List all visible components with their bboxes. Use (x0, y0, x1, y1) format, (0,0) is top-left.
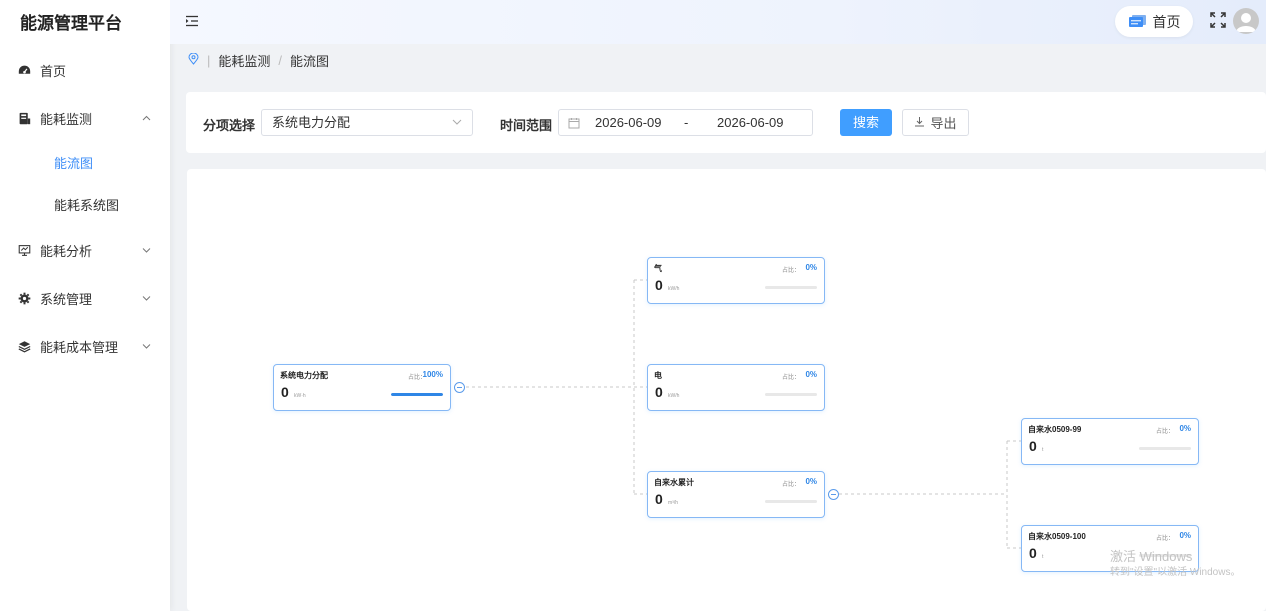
node-pct: 0% (805, 263, 817, 272)
collapse-node-toggle[interactable] (454, 382, 465, 393)
sidebar-subitem-energy-system[interactable]: 能耗系统图 (0, 183, 170, 225)
node-pct: 0% (805, 370, 817, 379)
chevron-down-icon (138, 293, 154, 304)
sidebar-item-energy-monitoring[interactable]: 能耗监测 (0, 95, 170, 141)
node-progress-bar (765, 500, 817, 503)
chevron-down-icon (138, 245, 154, 256)
chevron-down-icon (452, 110, 462, 135)
home-tab-label: 首页 (1152, 13, 1181, 30)
node-progress-bar (765, 393, 817, 396)
sidebar-item-label: 能耗分析 (40, 243, 93, 259)
date-range-picker[interactable]: 2026-06-09 - 2026-06-09 (558, 109, 813, 136)
node-pct-label: 占比： (1155, 429, 1174, 435)
date-range-separator: - (684, 115, 689, 130)
top-header: 首页 (170, 0, 1266, 44)
node-pct-label: 占比： (781, 268, 800, 274)
sidebar-item-energy-analysis[interactable]: 能耗分析 (0, 227, 170, 273)
monitor-icon (17, 111, 31, 125)
sidebar-item-label: 系统管理 (40, 291, 93, 307)
sidebar-item-energy-cost[interactable]: 能耗成本管理 (0, 323, 170, 369)
node-value: 0 (655, 491, 663, 507)
sidebar-subitem-energy-flow[interactable]: 能流图 (0, 141, 170, 183)
node-pct: 0% (1179, 424, 1191, 433)
breadcrumb-item: 能流图 (290, 53, 330, 69)
menu-fold-icon[interactable] (185, 14, 199, 28)
node-pct-label: 占比： (781, 375, 800, 381)
flow-node-water-99[interactable]: 自来水0509-99 占比： 0% 0 t (1021, 418, 1199, 465)
calendar-icon (568, 117, 580, 129)
end-date-input[interactable]: 2026-06-09 (717, 115, 784, 130)
category-label: 分项选择 (203, 118, 256, 133)
node-value: 0 (655, 277, 663, 293)
node-value: 0 (1029, 438, 1037, 454)
time-range-label: 时间范围 (500, 118, 553, 133)
node-title: 自来水0509-100 (1028, 532, 1086, 541)
sidebar-item-system-management[interactable]: 系统管理 (0, 275, 170, 321)
breadcrumb-separator: / (278, 52, 283, 68)
flow-node-electricity[interactable]: 电 占比： 0% 0 kW/h (647, 364, 825, 411)
export-label: 导出 (930, 116, 957, 131)
filter-bar: 分项选择 系统电力分配 时间范围 2026-06-09 - 2026-06-09… (186, 92, 1266, 153)
home-icon (1128, 14, 1147, 30)
app-title: 能源管理平台 (20, 14, 122, 33)
windows-activation-watermark: 激活 Windows 转到"设置"以激活 Windows。 (1110, 549, 1240, 581)
node-value: 0 (281, 384, 289, 400)
node-title: 系统电力分配 (280, 371, 328, 380)
flow-node-root[interactable]: 系统电力分配 占比： 100% 0 kW·h (273, 364, 451, 411)
user-avatar[interactable] (1233, 8, 1259, 34)
analysis-icon (17, 243, 31, 257)
node-title: 自来水累计 (654, 478, 694, 487)
gear-icon (17, 291, 31, 305)
node-value: 0 (655, 384, 663, 400)
sidebar-item-home[interactable]: 首页 (0, 47, 170, 93)
breadcrumb-item[interactable]: 能耗监测 (218, 51, 270, 70)
fullscreen-icon[interactable] (1209, 11, 1227, 29)
node-unit: m³/h (668, 500, 678, 506)
chevron-down-icon (138, 341, 154, 352)
node-progress-bar (391, 393, 443, 396)
node-unit: t (1042, 554, 1044, 560)
search-button[interactable]: 搜索 (840, 109, 892, 136)
node-pct: 0% (1179, 531, 1191, 540)
sidebar-item-label: 能耗监测 (40, 111, 93, 127)
flow-node-water-total[interactable]: 自来水累计 占比： 0% 0 m³/h (647, 471, 825, 518)
node-title: 气 (654, 264, 662, 273)
node-pct-label: 占比： (781, 482, 800, 488)
node-unit: kW/h (668, 393, 680, 399)
node-unit: kW·h (294, 393, 306, 399)
node-progress-bar (765, 286, 817, 289)
node-pct-label: 占比： (1155, 536, 1174, 542)
node-progress-bar (1139, 447, 1191, 450)
node-value: 0 (1029, 545, 1037, 561)
dashboard-icon (17, 63, 31, 77)
node-progress-fill (391, 393, 443, 396)
chevron-up-icon (138, 113, 154, 124)
node-title: 自来水0509-99 (1028, 425, 1082, 434)
breadcrumb: | 能耗监测 / 能流图 (188, 50, 329, 70)
node-pct: 100% (422, 370, 443, 379)
export-button[interactable]: 导出 (902, 109, 969, 136)
sidebar-item-label: 首页 (40, 63, 67, 79)
watermark-line: 转到"设置"以激活 Windows。 (1110, 567, 1241, 578)
flow-node-gas[interactable]: 气 占比： 0% 0 kW/h (647, 257, 825, 304)
layers-icon (17, 339, 31, 353)
node-pct: 0% (805, 477, 817, 486)
watermark-line: 激活 Windows (1110, 549, 1193, 564)
sidebar: 能源管理平台 首页 能耗监测 能流图 能耗系统图 能耗分析 系统管理 能耗成本管… (0, 0, 170, 611)
sidebar-item-label: 能耗成本管理 (40, 339, 119, 355)
breadcrumb-separator: | (207, 52, 211, 68)
download-icon (914, 115, 925, 130)
category-select-value: 系统电力分配 (272, 115, 351, 130)
home-tab-button[interactable]: 首页 (1115, 6, 1193, 37)
category-select[interactable]: 系统电力分配 (261, 109, 473, 136)
node-unit: t (1042, 447, 1044, 453)
location-icon (188, 52, 199, 68)
node-unit: kW/h (668, 286, 680, 292)
collapse-node-toggle[interactable] (828, 489, 839, 500)
node-title: 电 (654, 371, 662, 380)
start-date-input[interactable]: 2026-06-09 (595, 115, 662, 130)
